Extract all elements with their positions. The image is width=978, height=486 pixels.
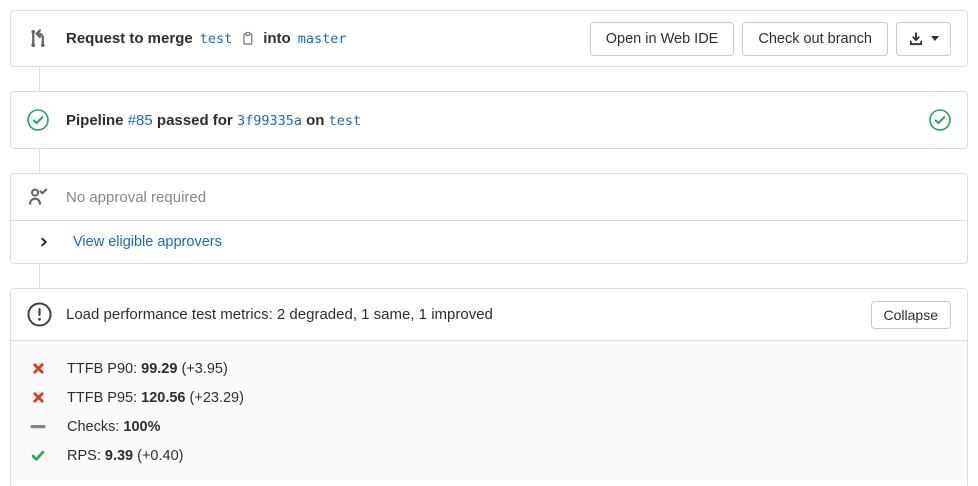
- pipeline-word: Pipeline: [66, 112, 124, 129]
- collapse-button[interactable]: Collapse: [871, 301, 951, 329]
- passed-for-label: passed for: [157, 112, 233, 129]
- checkout-branch-button[interactable]: Check out branch: [742, 22, 888, 56]
- approvals-box: No approval required View eligible appro…: [10, 173, 968, 264]
- chevron-down-icon: [931, 36, 939, 41]
- request-to-merge-label: Request to merge: [66, 30, 193, 47]
- load-performance-summary: Load performance test metrics: 2 degrade…: [66, 306, 493, 323]
- user-check-icon: [27, 187, 48, 207]
- metric-value: 100%: [123, 419, 160, 435]
- timeline-connector: [39, 264, 40, 288]
- merge-request-widget: Request to merge test into master Open in W…: [0, 0, 978, 486]
- pipeline-status-success-icon: [27, 109, 49, 131]
- metric-row: RPS: 9.39 (+0.40): [11, 441, 967, 470]
- commit-sha-link[interactable]: 3f99335a: [237, 113, 302, 129]
- source-branch-link[interactable]: test: [200, 31, 233, 47]
- target-branch-link[interactable]: master: [298, 31, 347, 47]
- open-web-ide-button[interactable]: Open in Web IDE: [590, 22, 735, 56]
- same-icon: [30, 420, 46, 433]
- approval-status-row: No approval required: [11, 174, 967, 220]
- download-icon: [908, 31, 924, 47]
- degraded-icon: [30, 362, 46, 375]
- ref-name-link[interactable]: test: [329, 113, 362, 129]
- metric-label: TTFB P95:: [67, 390, 141, 406]
- improved-icon: [30, 449, 46, 462]
- merge-request-icon: [27, 27, 50, 50]
- metric-row: TTFB P95: 120.56 (+23.29): [11, 383, 967, 412]
- metric-delta: (+0.40): [133, 448, 183, 464]
- load-performance-header: Load performance test metrics: 2 degrade…: [11, 289, 967, 341]
- metric-row: Checks: 100%: [11, 412, 967, 441]
- mr-header-box: Request to merge test into master Open in W…: [10, 10, 968, 67]
- metrics-list: TTFB P90: 99.29 (+3.95) TTFB P95: 120.56…: [11, 341, 967, 480]
- degraded-icon: [30, 391, 46, 404]
- mr-title: Request to merge test into master: [66, 30, 354, 47]
- on-label: on: [306, 112, 324, 129]
- report-footer: [11, 480, 967, 486]
- mr-actions: Open in Web IDE Check out branch: [590, 22, 951, 56]
- timeline-connector: [39, 67, 40, 91]
- metric-label: Checks:: [67, 419, 123, 435]
- approval-message: No approval required: [66, 189, 206, 206]
- copy-branch-name-icon[interactable]: [240, 31, 255, 46]
- metric-value: 99.29: [141, 361, 177, 377]
- pipeline-box: Pipeline #85 passed for 3f99335a on test: [10, 91, 968, 149]
- metric-delta: (+23.29): [186, 390, 244, 406]
- download-dropdown-button[interactable]: [896, 22, 951, 56]
- pipeline-id-link[interactable]: #85: [128, 112, 153, 129]
- pipeline-message: Pipeline #85 passed for 3f99335a on test: [66, 112, 361, 129]
- load-performance-box: Load performance test metrics: 2 degrade…: [10, 288, 968, 486]
- metric-delta: (+3.95): [177, 361, 227, 377]
- into-label: into: [263, 30, 291, 47]
- chevron-right-icon: [38, 236, 50, 248]
- mini-pipeline-stage-icon[interactable]: [929, 109, 951, 131]
- metric-value: 9.39: [105, 448, 133, 464]
- view-eligible-approvers-link[interactable]: View eligible approvers: [73, 234, 222, 250]
- metric-label: RPS:: [67, 448, 105, 464]
- view-eligible-approvers-row[interactable]: View eligible approvers: [11, 220, 967, 263]
- metric-value: 120.56: [141, 390, 185, 406]
- metric-label: TTFB P90:: [67, 361, 141, 377]
- exclamation-circle-icon: [27, 302, 52, 327]
- timeline-connector: [39, 149, 40, 173]
- metric-row: TTFB P90: 99.29 (+3.95): [11, 354, 967, 383]
